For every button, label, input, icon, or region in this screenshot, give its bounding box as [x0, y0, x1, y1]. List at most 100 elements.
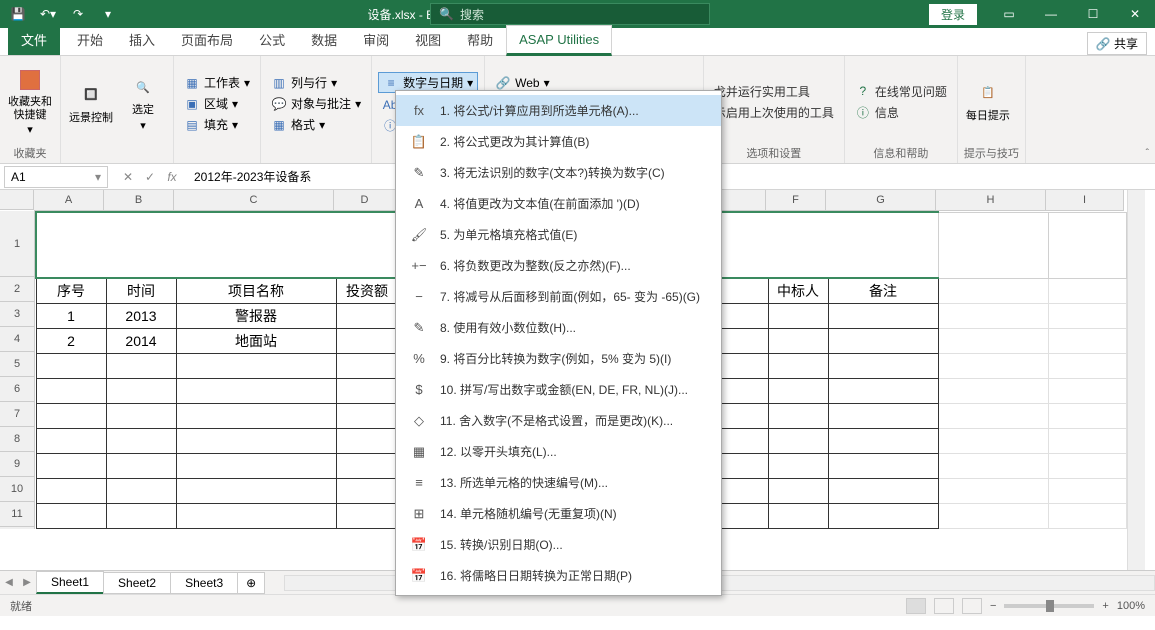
cell[interactable]: [106, 353, 176, 378]
cell[interactable]: [828, 303, 938, 328]
cell[interactable]: [1048, 503, 1126, 528]
cell[interactable]: [176, 428, 336, 453]
row-header-2[interactable]: 2: [0, 277, 34, 302]
cell[interactable]: [106, 428, 176, 453]
cell[interactable]: [828, 503, 938, 528]
tab-file[interactable]: 文件: [8, 23, 60, 55]
row-header-9[interactable]: 9: [0, 452, 34, 477]
cell[interactable]: [336, 428, 398, 453]
cell[interactable]: [106, 478, 176, 503]
cell[interactable]: [176, 478, 336, 503]
cell[interactable]: [36, 403, 106, 428]
cell[interactable]: [36, 478, 106, 503]
menu-item-2[interactable]: 📋2. 将公式更改为其计算值(B): [396, 126, 721, 157]
cell[interactable]: 序号: [36, 278, 106, 303]
login-button[interactable]: 登录: [929, 4, 977, 25]
format-button[interactable]: ▦格式 ▾: [267, 115, 365, 134]
cell[interactable]: [176, 503, 336, 528]
cell[interactable]: [176, 353, 336, 378]
new-sheet-button[interactable]: ⊕: [237, 572, 265, 594]
cell[interactable]: 中标人: [768, 278, 828, 303]
cell[interactable]: [106, 403, 176, 428]
close-icon[interactable]: ✕: [1115, 0, 1155, 28]
row-header-7[interactable]: 7: [0, 402, 34, 427]
cell[interactable]: 时间: [106, 278, 176, 303]
info2-button[interactable]: ⓘ信息: [851, 103, 951, 122]
cell[interactable]: [106, 453, 176, 478]
menu-item-1[interactable]: fx1. 将公式/计算应用到所选单元格(A)...: [396, 95, 721, 126]
col-header-B[interactable]: B: [104, 190, 174, 210]
cell[interactable]: 2: [36, 328, 106, 353]
cell[interactable]: [336, 478, 398, 503]
cell[interactable]: 2013: [106, 303, 176, 328]
menu-item-5[interactable]: 🖌5. 为单元格填充格式值(E): [396, 219, 721, 250]
cancel-formula-icon[interactable]: ✕: [118, 170, 138, 184]
cell[interactable]: [768, 428, 828, 453]
cell[interactable]: [106, 378, 176, 403]
cell[interactable]: [1048, 428, 1126, 453]
cell[interactable]: [938, 303, 1048, 328]
cell[interactable]: [336, 328, 398, 353]
select-button[interactable]: 🔍选定▾: [119, 60, 167, 147]
tab-data[interactable]: 数据: [298, 23, 350, 55]
cell[interactable]: [1048, 453, 1126, 478]
cell[interactable]: [768, 453, 828, 478]
col-header-A[interactable]: A: [34, 190, 104, 210]
cols-rows-button[interactable]: ▥列与行 ▾: [267, 73, 365, 92]
cell[interactable]: [828, 428, 938, 453]
cell[interactable]: [768, 328, 828, 353]
col-header-C[interactable]: C: [174, 190, 334, 210]
favorites-button[interactable]: 收藏夹和快捷键▾: [6, 60, 54, 143]
view-normal-icon[interactable]: [906, 598, 926, 614]
cell[interactable]: [828, 328, 938, 353]
cell[interactable]: [176, 403, 336, 428]
cell[interactable]: [336, 453, 398, 478]
cell[interactable]: [106, 503, 176, 528]
tab-insert[interactable]: 插入: [116, 23, 168, 55]
cell[interactable]: [336, 353, 398, 378]
fx-icon[interactable]: fx: [162, 170, 182, 184]
search-box[interactable]: 🔍 搜索: [430, 3, 710, 25]
sheet-tab-3[interactable]: Sheet3: [170, 572, 238, 594]
menu-item-14[interactable]: ⊞14. 单元格随机编号(无重复项)(N): [396, 498, 721, 529]
cell[interactable]: [1048, 278, 1126, 303]
zoom-slider[interactable]: [1004, 604, 1094, 608]
cell[interactable]: [1048, 303, 1126, 328]
menu-item-16[interactable]: 📅16. 将儒略日日期转换为正常日期(P): [396, 560, 721, 591]
cell[interactable]: 备注: [828, 278, 938, 303]
cell[interactable]: [938, 428, 1048, 453]
cell[interactable]: [938, 278, 1048, 303]
cell[interactable]: 地面站: [176, 328, 336, 353]
zoom-in-icon[interactable]: +: [1102, 600, 1108, 612]
menu-item-6[interactable]: +−6. 将负数更改为整数(反之亦然)(F)...: [396, 250, 721, 281]
cell[interactable]: [938, 378, 1048, 403]
ribbon-display-icon[interactable]: ▭: [989, 0, 1029, 28]
col-header-I[interactable]: I: [1046, 190, 1124, 210]
cell[interactable]: [1048, 378, 1126, 403]
cell[interactable]: 项目名称: [176, 278, 336, 303]
tab-review[interactable]: 审阅: [350, 23, 402, 55]
cell[interactable]: [1048, 328, 1126, 353]
row-header-10[interactable]: 10: [0, 477, 34, 502]
menu-item-4[interactable]: A4. 将值更改为文本值(在前面添加 ')(D): [396, 188, 721, 219]
name-box[interactable]: A1▾: [4, 166, 108, 188]
row-header-5[interactable]: 5: [0, 352, 34, 377]
cell[interactable]: [828, 453, 938, 478]
share-button[interactable]: 🔗 共享: [1087, 32, 1147, 55]
menu-item-13[interactable]: ≡13. 所选单元格的快速编号(M)...: [396, 467, 721, 498]
cell[interactable]: [36, 428, 106, 453]
col-header-G[interactable]: G: [826, 190, 936, 210]
cell[interactable]: [938, 478, 1048, 503]
cell[interactable]: [336, 403, 398, 428]
vision-button[interactable]: 🔲远景控制: [67, 60, 115, 147]
menu-item-11[interactable]: ◇11. 舍入数字(不是格式设置，而是更改)(K)...: [396, 405, 721, 436]
row-header-8[interactable]: 8: [0, 427, 34, 452]
zoom-out-icon[interactable]: −: [990, 600, 996, 612]
cell[interactable]: 投资额: [336, 278, 398, 303]
row-header-1[interactable]: 1: [0, 211, 34, 277]
cell[interactable]: [336, 303, 398, 328]
tab-view[interactable]: 视图: [402, 23, 454, 55]
range-button[interactable]: ▣区域 ▾: [180, 94, 254, 113]
faq-button[interactable]: ?在线常见问题: [851, 82, 951, 101]
cell[interactable]: [768, 503, 828, 528]
